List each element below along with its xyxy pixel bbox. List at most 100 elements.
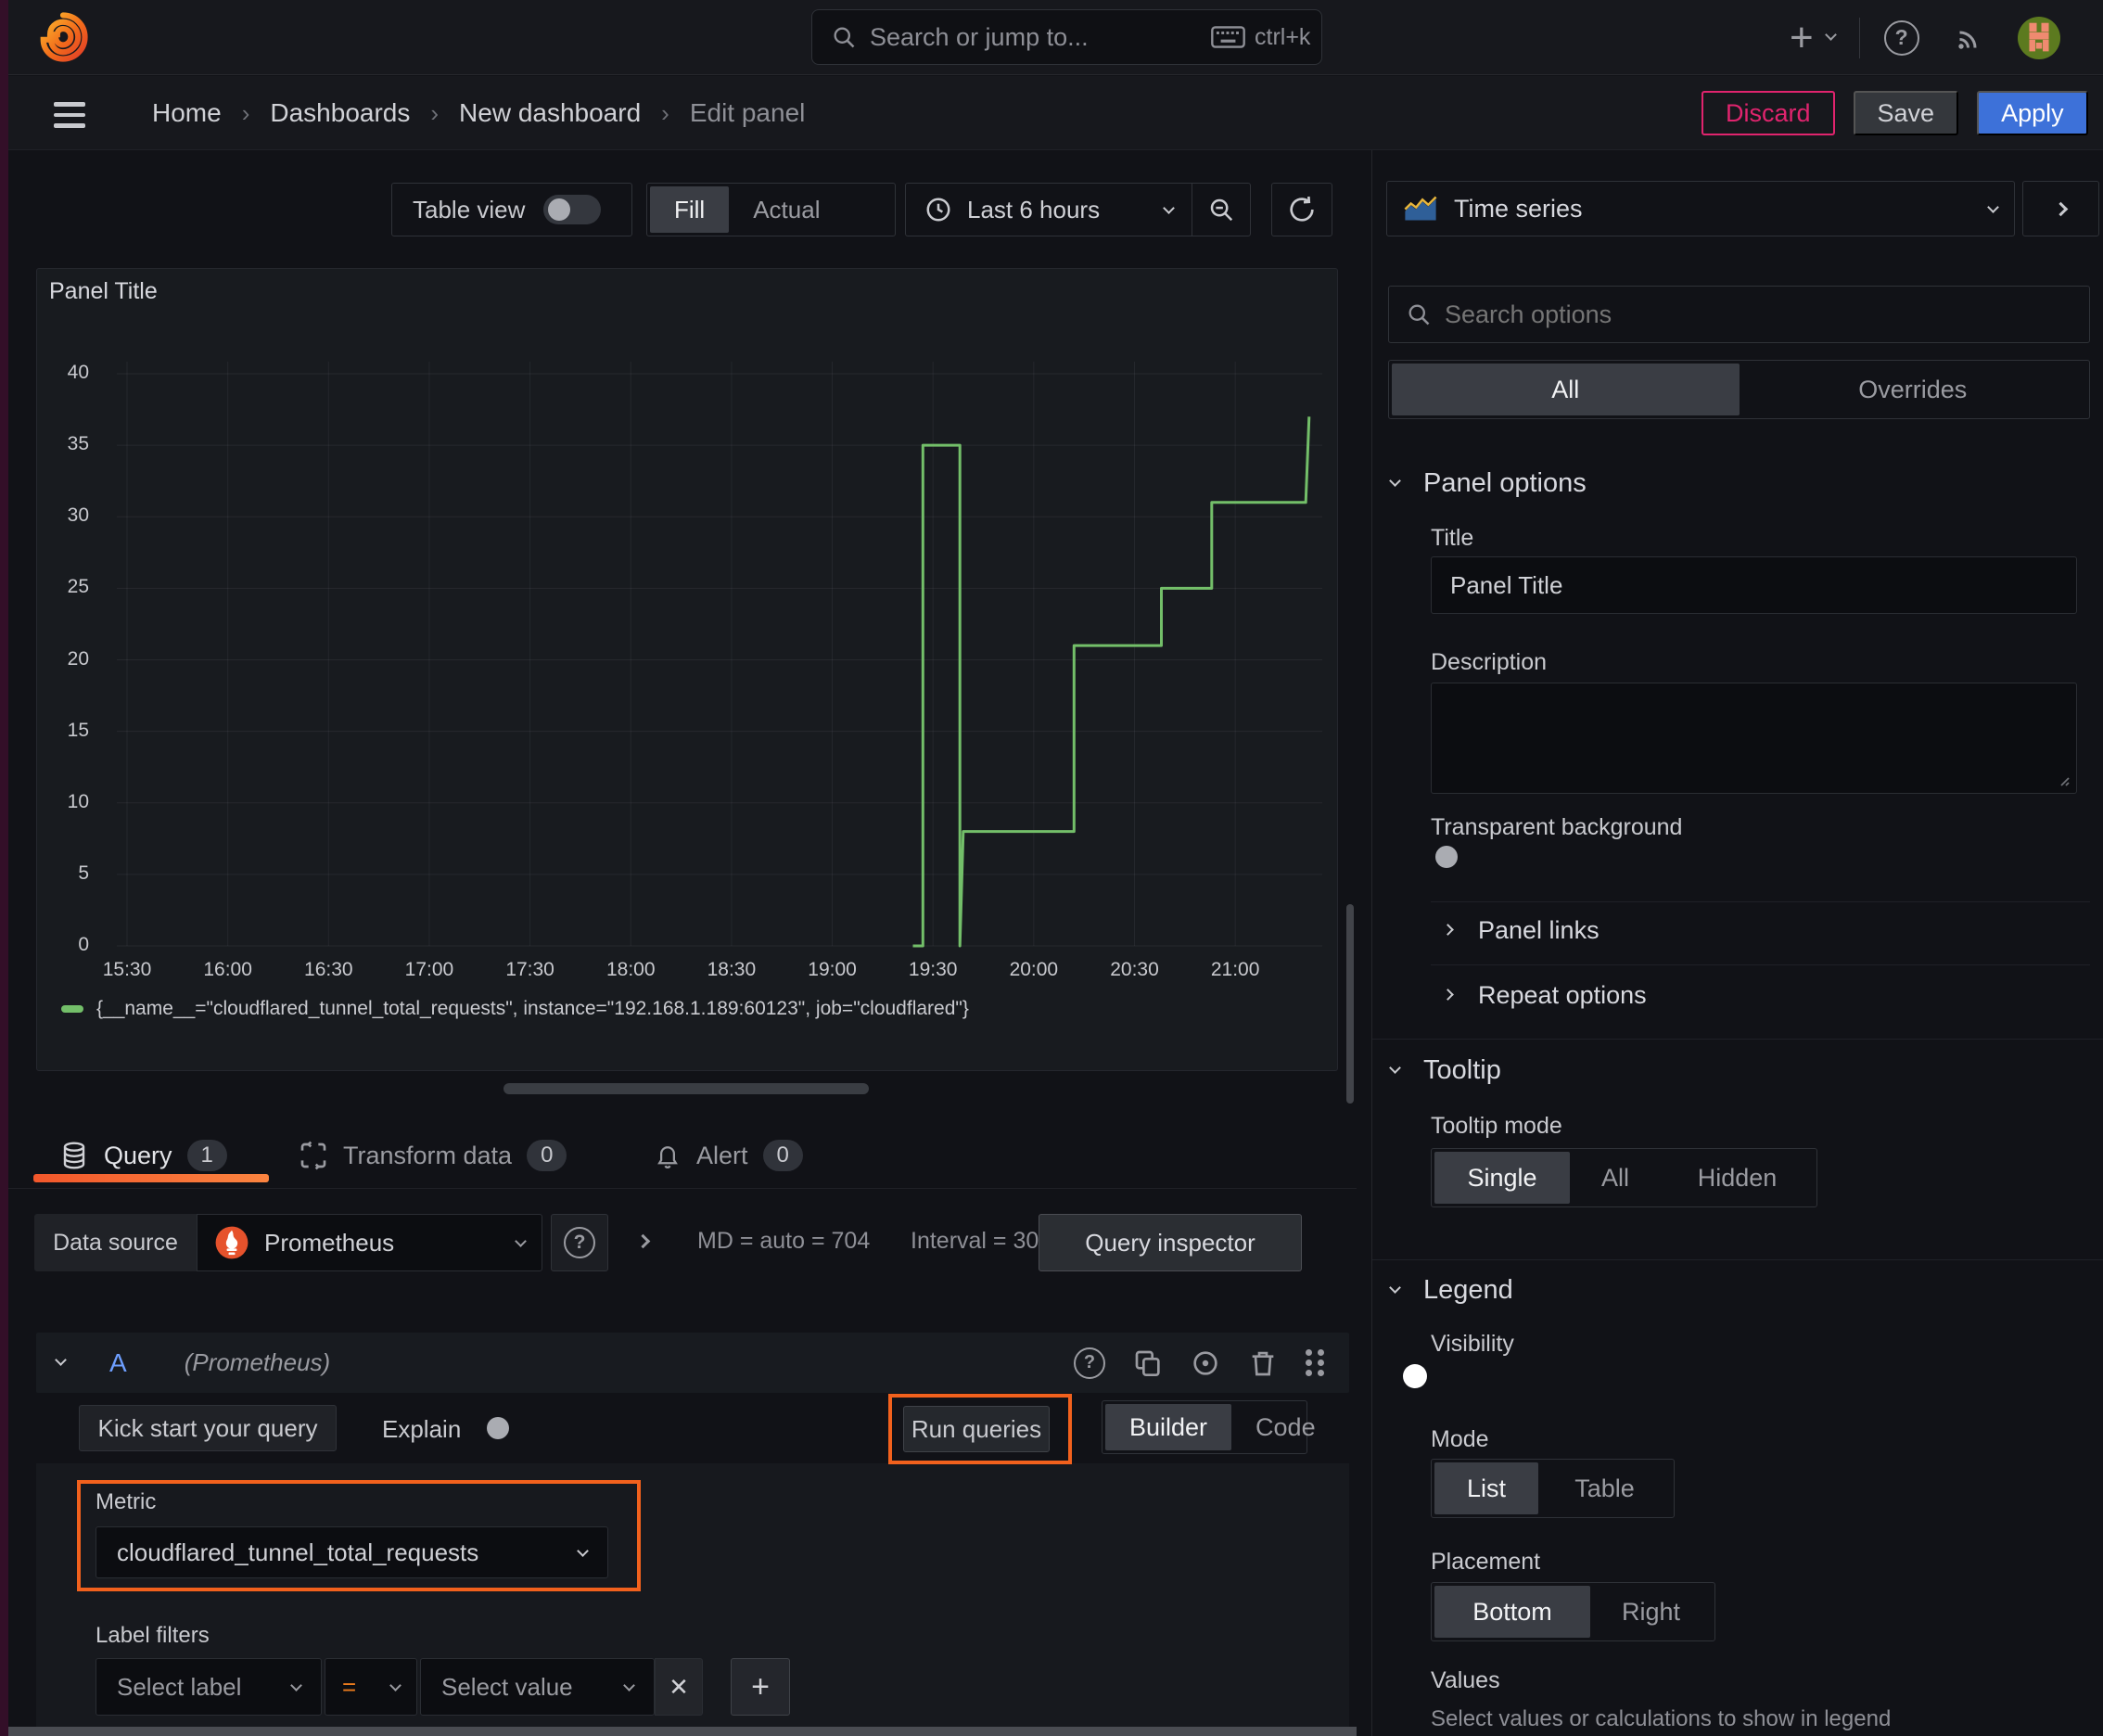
max-data-points[interactable]: MD = auto = 704 [697,1228,870,1255]
add-icon[interactable]: + [1790,15,1814,61]
options-search-input[interactable] [1445,300,2072,329]
refresh-button[interactable] [1271,183,1332,236]
tab-alert-count: 0 [762,1140,803,1171]
query-row-actions: ? [1074,1347,1312,1379]
bottom-scrollbar[interactable] [0,1727,1357,1736]
query-inspector-button[interactable]: Query inspector [1039,1214,1302,1271]
placement-bottom-option[interactable]: Bottom [1434,1586,1590,1638]
tooltip-all-option[interactable]: All [1570,1152,1661,1204]
tab-overrides[interactable]: Overrides [1740,364,2087,415]
builder-option[interactable]: Builder [1105,1404,1232,1450]
x-tick-label: 19:00 [808,959,857,980]
panel-resize-handle[interactable] [503,1083,869,1094]
operator-value: = [342,1672,357,1701]
divider [1858,17,1860,58]
x-tick-label: 15:30 [102,959,152,980]
collapse-pane-button[interactable] [2022,181,2099,236]
run-queries-button[interactable]: Run queries [903,1406,1050,1452]
query-builder-area: Metric cloudflared_tunnel_total_requests… [36,1463,1349,1727]
time-range-picker[interactable]: Last 6 hours [906,184,1192,236]
query-collapse-chevron-down-icon[interactable] [55,1354,67,1366]
select-label-dropdown[interactable]: Select label [96,1658,322,1716]
visualization-picker[interactable]: Time series [1386,181,2015,236]
vertical-scrollbar[interactable] [1346,904,1354,1104]
user-avatar[interactable] [2017,16,2060,59]
section-divider [1372,1259,2103,1260]
legend-header[interactable]: Legend [1389,1275,1513,1306]
operator-dropdown[interactable]: = [325,1658,417,1716]
interval-value[interactable]: Interval = 30s [911,1228,1051,1255]
kick-start-query-button[interactable]: Kick start your query [79,1405,337,1451]
breadcrumb-home[interactable]: Home [152,98,222,128]
tooltip-hidden-option[interactable]: Hidden [1661,1152,1814,1204]
x-tick-label: 18:00 [605,959,656,980]
chart-panel[interactable]: Panel Title 0 5 10 15 20 25 30 35 40 15:30 16:00 1… [36,268,1338,1071]
description-textarea[interactable] [1431,683,2077,794]
metric-select[interactable]: cloudflared_tunnel_total_requests [96,1526,608,1578]
table-view-toggle[interactable] [543,195,602,224]
x-tick-label: 20:00 [1009,959,1059,980]
hide-response-eye-icon[interactable] [1191,1348,1220,1378]
breadcrumb-dashboards[interactable]: Dashboards [270,98,410,128]
tooltip-title: Tooltip [1423,1055,1501,1085]
divider [1431,901,2090,902]
select-value-dropdown[interactable]: Select value [420,1658,655,1716]
keyboard-icon [1211,26,1245,48]
news-rss-icon[interactable] [1953,21,1986,55]
visualization-value: Time series [1454,194,1583,223]
fill-actual-switch: Fill Actual [646,183,896,236]
query-help-icon[interactable]: ? [1074,1347,1105,1379]
legend-table-option[interactable]: Table [1538,1462,1671,1514]
duplicate-icon[interactable] [1133,1348,1163,1378]
add-chevron-down-icon[interactable] [1824,29,1837,41]
datasource-help-button[interactable]: ? [551,1214,608,1271]
visualization-chevron-down-icon [1987,200,1999,213]
help-icon[interactable]: ? [1883,19,1919,56]
drag-grip-icon[interactable] [1306,1349,1312,1356]
legend-list-option[interactable]: List [1434,1462,1538,1514]
placement-right-option[interactable]: Right [1590,1586,1712,1638]
tooltip-single-option[interactable]: Single [1434,1152,1570,1204]
tooltip-header[interactable]: Tooltip [1389,1055,1501,1086]
database-icon [59,1141,89,1170]
x-tick-label: 21:00 [1210,959,1260,980]
remove-filter-button[interactable]: ✕ [655,1658,703,1716]
select-label-chevron-down-icon [290,1679,302,1691]
breadcrumb-new-dashboard[interactable]: New dashboard [459,98,641,128]
query-row-header[interactable]: A (Prometheus) ? [36,1333,1349,1393]
tab-transform-label: Transform data [343,1141,513,1169]
datasource-label: Data source [34,1214,197,1271]
tab-transform-data[interactable]: Transform data 0 [299,1125,567,1186]
tab-alert[interactable]: Alert 0 [654,1125,803,1186]
datasource-picker[interactable]: Prometheus [197,1214,542,1271]
panel-links-section[interactable]: Panel links [1442,916,1600,945]
query-options-chevron-right-icon[interactable] [635,1233,651,1249]
tab-all[interactable]: All [1392,364,1740,415]
section-chevron-down-icon [1389,475,1401,487]
delete-trash-icon[interactable] [1248,1348,1278,1378]
apply-button[interactable]: Apply [1977,91,2088,135]
series-legend[interactable]: {__name__="cloudflared_tunnel_total_requ… [61,998,969,1020]
save-button[interactable]: Save [1853,91,1959,135]
repeat-options-section[interactable]: Repeat options [1442,981,1647,1010]
menu-icon[interactable] [54,102,85,128]
add-filter-button[interactable]: + [731,1658,790,1716]
panel-title-input[interactable] [1432,557,2076,613]
grafana-logo-icon[interactable] [37,11,89,63]
operator-chevron-down-icon [389,1679,401,1691]
fill-option[interactable]: Fill [650,186,730,233]
search-input[interactable] [870,22,1198,52]
panel-links-label: Panel links [1478,916,1600,944]
panel-options-header[interactable]: Panel options [1389,468,1587,499]
discard-button[interactable]: Discard [1702,91,1835,135]
panel-title-field[interactable] [1431,556,2077,614]
code-option[interactable]: Code [1231,1404,1340,1450]
options-search[interactable] [1388,286,2090,343]
repeat-options-label: Repeat options [1478,981,1647,1009]
x-tick-label: 18:30 [707,959,757,980]
zoom-out-button[interactable] [1192,184,1250,236]
x-tick-label: 17:30 [505,959,554,980]
resize-corner-icon[interactable] [2056,772,2071,787]
actual-option[interactable]: Actual [729,186,844,233]
global-search[interactable]: ctrl+k [811,9,1322,65]
